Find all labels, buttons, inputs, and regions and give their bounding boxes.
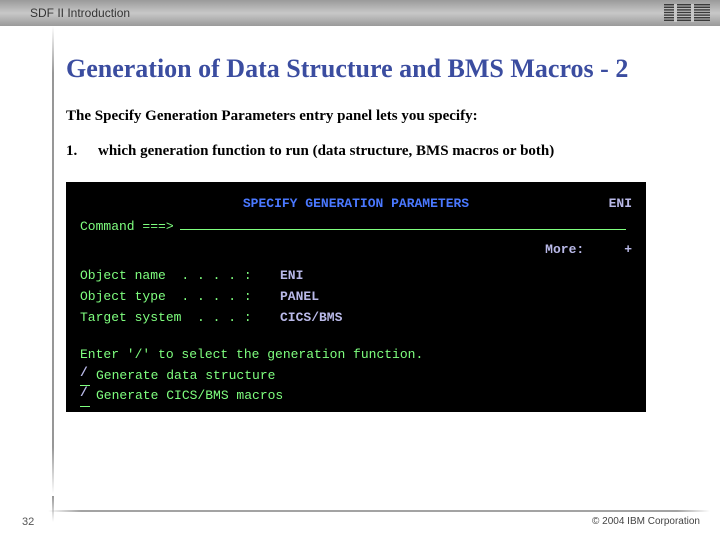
terminal-option-mark[interactable]: / [80, 386, 90, 407]
list-item-text: which generation function to run (data s… [98, 143, 674, 160]
footer: 32 © 2004 IBM Corporation [0, 500, 720, 540]
terminal-field-value: CICS/BMS [280, 308, 342, 329]
terminal-option-label: Generate CICS/BMS macros [96, 386, 283, 407]
terminal-command-row: Command ===> [80, 217, 632, 238]
terminal-option-row: / Generate CICS/BMS macros [80, 386, 632, 407]
footer-v-divider [52, 496, 54, 522]
topbar-title: SDF II Introduction [30, 6, 130, 20]
footer-divider [48, 510, 710, 512]
terminal-field-value: ENI [280, 266, 303, 287]
slide-title: Generation of Data Structure and BMS Mac… [66, 54, 674, 84]
terminal-field-row: Object name . . . . : ENI [80, 266, 632, 287]
terminal-header: SPECIFY GENERATION PARAMETERS ENI [80, 194, 632, 215]
slide-intro: The Specify Generation Parameters entry … [66, 108, 674, 125]
terminal-field-value: PANEL [280, 287, 319, 308]
terminal-panel: SPECIFY GENERATION PARAMETERS ENI Comman… [66, 182, 646, 412]
terminal-field-label: Object name . . . . : [80, 266, 280, 287]
terminal-field-row: Object type . . . . : PANEL [80, 287, 632, 308]
ibm-logo [664, 4, 710, 22]
terminal-field-label: Object type . . . . : [80, 287, 280, 308]
topbar: SDF II Introduction [0, 0, 720, 26]
terminal-more-label: More: [545, 240, 584, 261]
list-item: 1. which generation function to run (dat… [66, 143, 674, 160]
terminal-more-indicator: + [624, 240, 632, 261]
vertical-divider [52, 26, 54, 494]
terminal-title: SPECIFY GENERATION PARAMETERS [66, 194, 646, 215]
terminal-command-input[interactable] [180, 220, 626, 230]
terminal-prompt: Enter '/' to select the generation funct… [80, 345, 632, 366]
terminal-more-row: More: + [80, 240, 632, 261]
slide-content: Generation of Data Structure and BMS Mac… [0, 26, 720, 412]
copyright: © 2004 IBM Corporation [592, 516, 700, 527]
terminal-command-label: Command ===> [80, 217, 174, 238]
terminal-option-label: Generate data structure [96, 366, 275, 387]
terminal-field-row: Target system . . . : CICS/BMS [80, 308, 632, 329]
terminal-fields: Object name . . . . : ENI Object type . … [80, 266, 632, 328]
list-item-number: 1. [66, 143, 98, 160]
page-number: 32 [22, 516, 34, 528]
terminal-option-mark[interactable]: / [80, 366, 90, 387]
terminal-option-row: / Generate data structure [80, 366, 632, 387]
terminal-field-label: Target system . . . : [80, 308, 280, 329]
